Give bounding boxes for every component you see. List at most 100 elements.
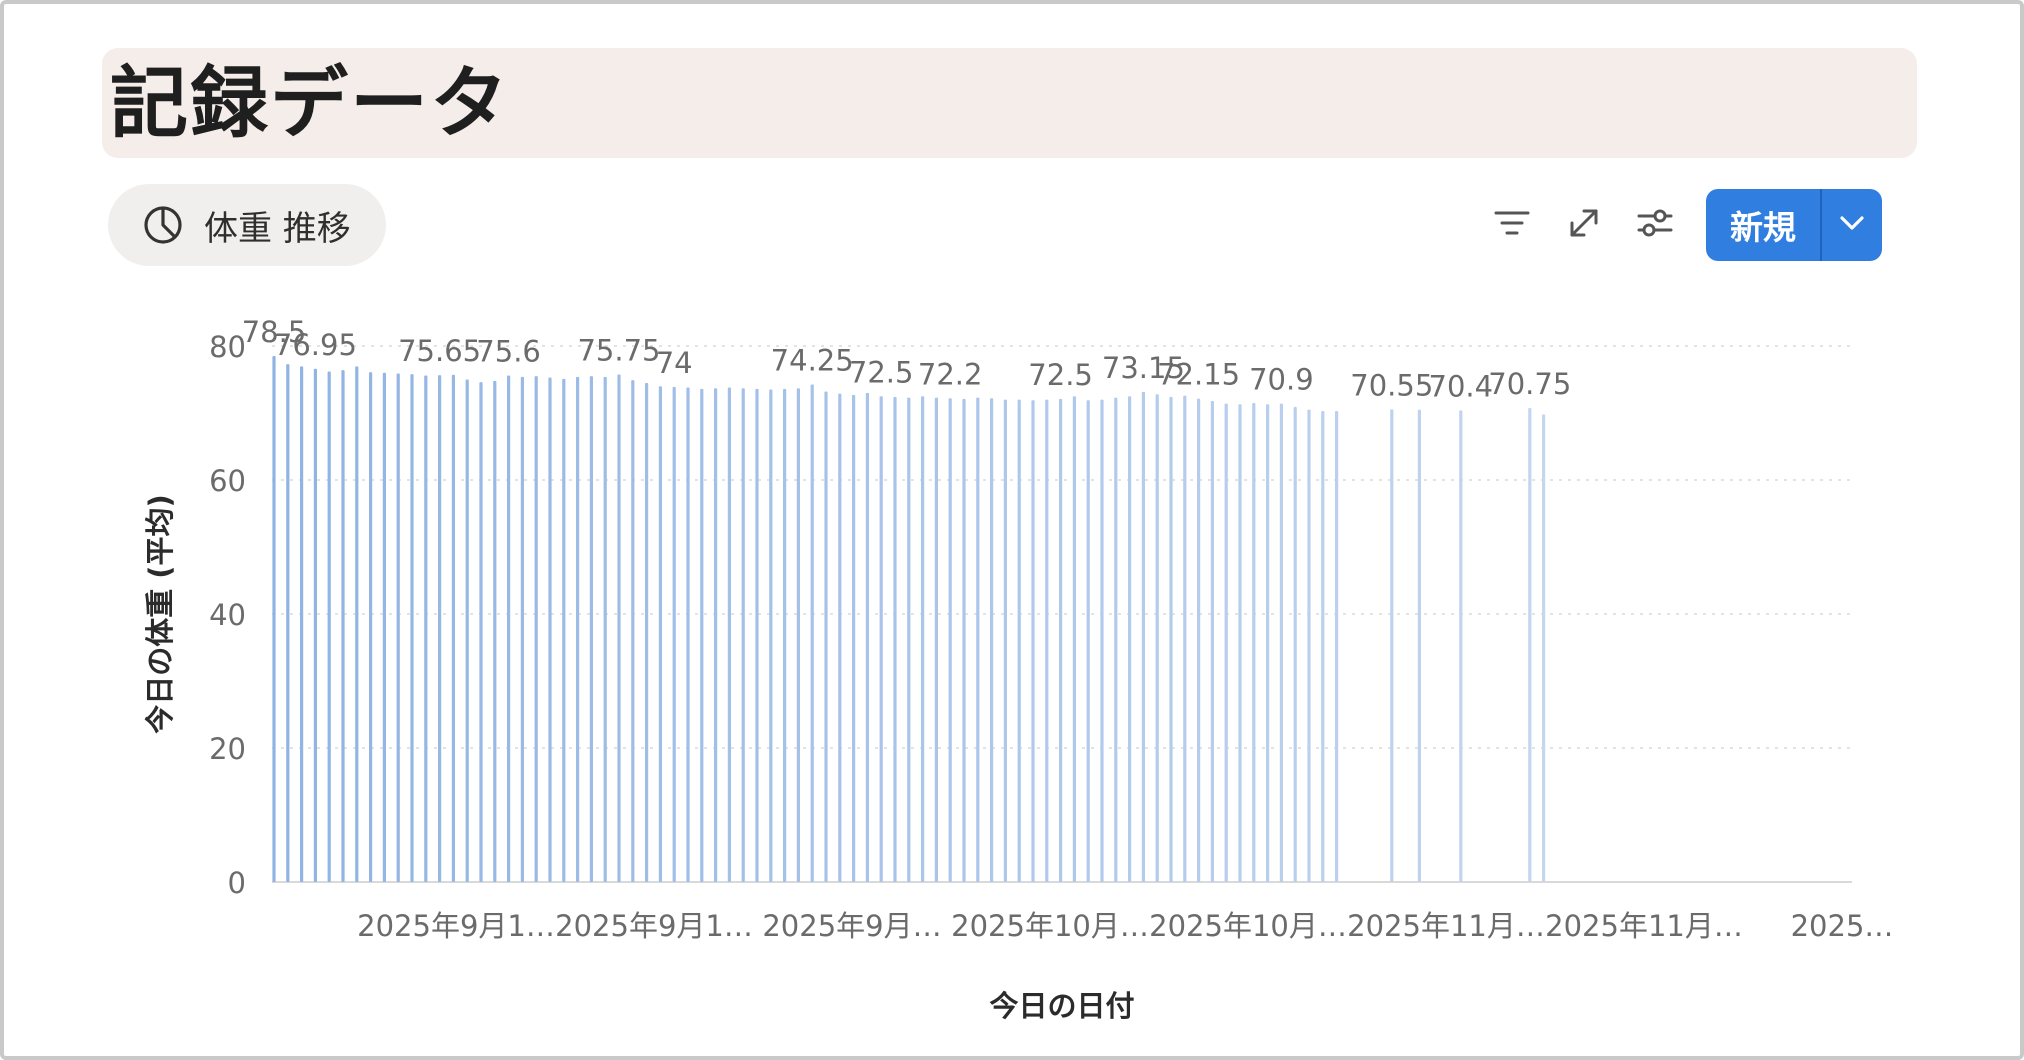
bar [272,356,276,882]
bar [1528,407,1532,882]
data-label: 72.2 [918,357,983,391]
bar [465,379,469,882]
bar [1279,403,1283,882]
data-label: 70.75 [1488,367,1571,401]
bar [976,397,980,882]
bar [520,376,524,882]
bar [1224,403,1228,882]
bar [1321,410,1325,882]
bar [562,378,566,882]
bar [893,396,897,882]
bar [1155,394,1159,882]
bar [907,397,911,882]
bar [810,384,814,882]
bar [300,366,304,882]
bar [1183,395,1187,882]
bar [1141,391,1145,882]
bar [672,386,676,882]
y-tick-label: 0 [228,866,246,900]
data-label: 74 [656,346,693,380]
x-tick-label: 2025年9月1… [555,909,753,943]
bar [1197,398,1201,882]
bar [479,382,483,882]
bar [313,368,317,882]
bar [1114,397,1118,882]
bar [879,396,883,882]
bar [1059,398,1063,882]
bar [1266,404,1270,882]
bar [714,388,718,882]
bar [1542,414,1546,882]
bar [1459,410,1463,882]
bar [1003,399,1007,882]
x-tick-label: 2025… [1791,909,1894,943]
bar [1086,400,1090,882]
bar [1307,409,1311,882]
bar [589,376,593,882]
data-label: 72.15 [1157,358,1240,392]
bar [658,386,662,882]
bar [424,375,428,882]
bar [1100,399,1104,882]
data-label: 70.55 [1350,368,1433,402]
data-label: 72.5 [1028,358,1093,392]
y-axis-title: 今日の体重 (平均) [143,494,177,734]
bar [1072,396,1076,882]
bar [1252,402,1256,882]
y-tick-label: 20 [209,732,246,766]
bar [631,380,635,882]
bar [341,370,345,882]
bar [865,392,869,882]
x-tick-label: 2025年10月… [951,909,1149,943]
data-label: 70.9 [1249,363,1314,397]
data-label: 75.75 [577,333,660,367]
bar [741,388,745,882]
x-tick-label: 2025年10月… [1149,909,1347,943]
data-label: 76.95 [274,328,357,362]
bar [838,393,842,882]
x-tick-label: 2025年11月… [1347,909,1545,943]
bar [796,388,800,882]
bar [852,394,856,882]
bar [1128,396,1132,882]
bar [1390,409,1394,882]
data-label: 75.65 [398,334,481,368]
bar [1210,400,1214,882]
bar [369,372,373,882]
x-tick-label: 2025年9月… [762,909,941,943]
x-tick-label: 2025年9月1… [357,909,555,943]
bar [396,373,400,882]
bar [948,398,952,882]
bar [645,382,649,882]
bar [548,377,552,882]
bar [534,376,538,882]
bar [1031,400,1035,882]
weight-trend-chart: 02040608078.576.95 75.6575.6 75.7574 74.257… [143,315,1894,1023]
bar [576,376,580,882]
bar [493,380,497,882]
bar [1417,409,1421,882]
data-label: 70.4 [1429,369,1494,403]
bar [769,389,773,882]
bar [921,396,925,882]
data-label: 74.25 [771,344,854,378]
bar [700,388,704,882]
y-tick-label: 40 [209,598,246,632]
bar [617,374,621,882]
bar [824,391,828,882]
x-axis-title: 今日の日付 [989,989,1134,1023]
bar [934,397,938,882]
bar [410,374,414,882]
bar [1293,406,1297,882]
bar [451,374,455,882]
y-tick-label: 80 [209,330,246,364]
bar [355,366,359,882]
bar [1045,399,1049,882]
x-tick-label: 2025年11月… [1545,909,1743,943]
y-tick-label: 60 [209,464,246,498]
bar [507,375,511,882]
bar [686,387,690,882]
bar [286,364,290,883]
bar [382,372,386,882]
bar [783,388,787,882]
